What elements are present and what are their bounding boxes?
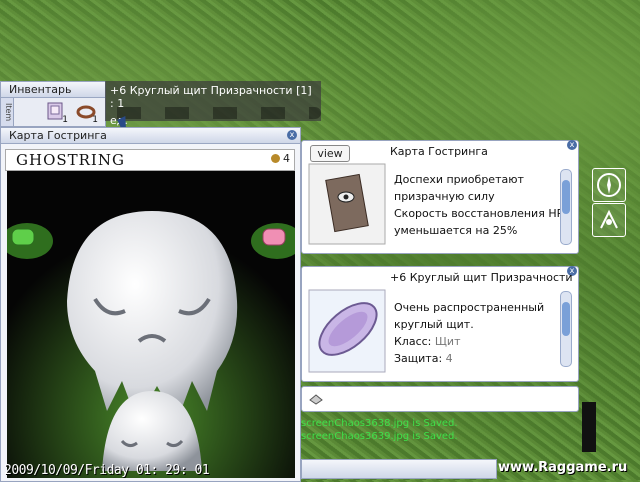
card-cost: 4 bbox=[271, 152, 290, 165]
scroll-thumb[interactable] bbox=[562, 180, 570, 214]
compass-icon[interactable] bbox=[592, 168, 626, 202]
card-description-scrollbar[interactable] bbox=[560, 169, 572, 245]
close-icon[interactable]: x bbox=[567, 140, 577, 150]
coin-icon bbox=[271, 154, 280, 163]
inventory-slot-card-album[interactable]: 1 bbox=[45, 101, 69, 125]
scroll-thumb[interactable] bbox=[562, 302, 570, 336]
chat-scrollbar[interactable] bbox=[582, 402, 596, 452]
chat-line: screenChaos3639.jpg is Saved. bbox=[301, 431, 458, 442]
card-illustration-window[interactable]: Карта Гостринга x GHOSTRING 4 bbox=[0, 127, 301, 482]
item-description-line: Очень распространенный bbox=[394, 301, 545, 314]
card-thumbnail bbox=[308, 163, 386, 245]
item-tooltip: +6 Круглый щит Призрачности [1] : 1 ед. bbox=[105, 81, 321, 127]
item-description-title: +6 Круглый щит Призрачности bbox=[390, 271, 573, 284]
item-description-scrollbar[interactable] bbox=[560, 291, 572, 367]
view-button[interactable]: view bbox=[310, 145, 350, 162]
inventory-slot-count: 1 bbox=[62, 115, 68, 125]
inventory-tab-item[interactable]: Item bbox=[1, 98, 14, 126]
card-description-line: уменьшается на 25% bbox=[394, 224, 518, 237]
inventory-slot-ring[interactable]: 1 bbox=[75, 101, 99, 125]
inventory-window[interactable]: Инвентарь Item 1 1 bbox=[0, 81, 106, 127]
chat-line: screenChaos3638.jpg is Saved. bbox=[301, 418, 458, 429]
inventory-tab-label: Item bbox=[4, 102, 13, 122]
card-description-window[interactable]: x view Карта Гостринга Доспехи приобрета… bbox=[301, 140, 579, 254]
item-class-value: Щит bbox=[434, 335, 461, 348]
inventory-slot-count: 1 bbox=[92, 115, 98, 125]
chat-window-bar[interactable] bbox=[301, 459, 497, 479]
item-description-window[interactable]: x +6 Круглый щит Призрачности Очень расп… bbox=[301, 266, 579, 382]
chat-log: screenChaos3638.jpg is Saved. screenChao… bbox=[301, 417, 577, 451]
chat-input[interactable] bbox=[301, 386, 579, 412]
item-description-line: круглый щит. bbox=[394, 318, 474, 331]
card-description-line: Скорость восстановления HP bbox=[394, 207, 564, 220]
card-name-banner: GHOSTRING 4 bbox=[5, 149, 295, 171]
ghostring-illustration bbox=[7, 171, 295, 478]
chat-mode-icon[interactable] bbox=[308, 392, 324, 406]
card-description-title: Карта Гостринга bbox=[390, 145, 488, 158]
inventory-title-bar[interactable]: Инвентарь bbox=[1, 82, 105, 98]
item-defense-row: Защита: 4 bbox=[394, 350, 453, 367]
card-description-line: Доспехи приобретают bbox=[394, 173, 524, 186]
screenshot-timestamp: 2009/10/09/Friday 01: 29: 01 bbox=[4, 463, 210, 478]
card-name: GHOSTRING bbox=[16, 151, 125, 169]
item-class-label: Класс: bbox=[394, 335, 432, 348]
tooltip-line-1: +6 Круглый щит Призрачности [1] : 1 bbox=[110, 84, 312, 110]
item-defense-value: 4 bbox=[445, 352, 453, 365]
inventory-title: Инвентарь bbox=[9, 83, 72, 96]
skill-icon[interactable] bbox=[592, 203, 626, 237]
close-icon[interactable]: x bbox=[287, 130, 297, 140]
card-artwork bbox=[7, 171, 295, 478]
card-window-title-bar[interactable]: Карта Гостринга x bbox=[1, 128, 300, 144]
tooltip-line-2: ед. bbox=[110, 114, 128, 127]
card-window-title: Карта Гостринга bbox=[9, 129, 107, 142]
item-defense-label: Защита: bbox=[394, 352, 443, 365]
card-description-line: призрачную силу bbox=[394, 190, 495, 203]
item-class-row: Класс: Щит bbox=[394, 333, 460, 350]
watermark: www.Raggame.ru bbox=[498, 460, 628, 475]
card-cost-value: 4 bbox=[283, 152, 290, 165]
shield-thumbnail bbox=[308, 289, 386, 373]
